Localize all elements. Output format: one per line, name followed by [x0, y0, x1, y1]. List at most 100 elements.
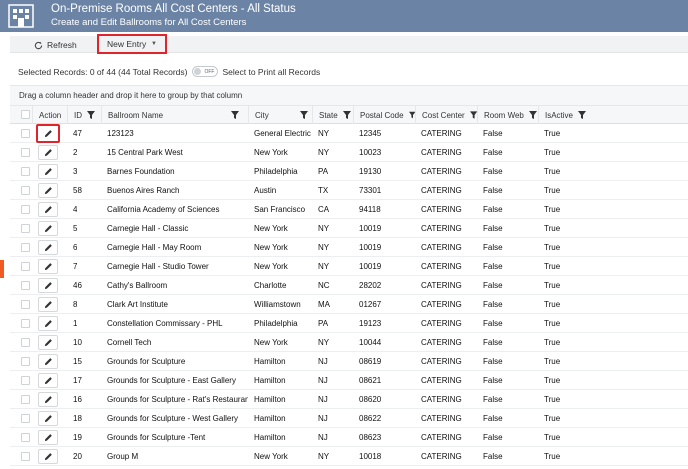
column-header-ballroom-name[interactable]: Ballroom Name: [101, 106, 248, 124]
toggle-label: Select to Print all Records: [222, 66, 321, 77]
table-row[interactable]: 8 Clark Art Institute Williamstown MA 01267 C…: [10, 295, 688, 314]
column-header-room-web[interactable]: Room Web: [477, 106, 538, 124]
table-row[interactable]: 20 Group M New York NY 10018 CATERING False Tru…: [10, 447, 688, 466]
edit-button[interactable]: [38, 411, 58, 426]
table-row[interactable]: 4 California Academy of Sciences San Franc…: [10, 200, 688, 219]
cell-city: Hamilton: [254, 414, 286, 423]
edit-button[interactable]: [38, 354, 58, 369]
row-checkbox[interactable]: [21, 243, 30, 252]
pencil-icon: [44, 358, 52, 366]
row-checkbox[interactable]: [21, 205, 30, 214]
row-checkbox[interactable]: [21, 338, 30, 347]
row-checkbox[interactable]: [21, 129, 30, 138]
column-header-city[interactable]: City: [248, 106, 312, 124]
column-header-label: IsActive: [545, 110, 574, 120]
table-row[interactable]: 17 Grounds for Sculpture - East Gallery Ha…: [10, 371, 688, 390]
row-checkbox[interactable]: [21, 319, 30, 328]
edit-button[interactable]: [38, 145, 58, 160]
column-header-action[interactable]: Action: [32, 106, 67, 124]
cell-room-web: False: [483, 281, 503, 290]
edit-button[interactable]: [38, 316, 58, 331]
select-all-checkbox[interactable]: [21, 110, 30, 119]
cell-isactive: True: [544, 338, 561, 347]
row-checkbox[interactable]: [21, 376, 30, 385]
filter-icon[interactable]: [528, 111, 537, 119]
cell-cost-center: CATERING: [421, 395, 462, 404]
table-row[interactable]: 58 Buenos Aires Ranch Austin TX 73301 CATERIN…: [10, 181, 688, 200]
row-checkbox[interactable]: [21, 300, 30, 309]
table-row[interactable]: 7 Carnegie Hall - Studio Tower New York NY 1…: [10, 257, 688, 276]
edit-button[interactable]: [38, 183, 58, 198]
table-row[interactable]: 1 Constellation Commissary - PHL Philadelp…: [10, 314, 688, 333]
row-checkbox[interactable]: [21, 224, 30, 233]
table-row[interactable]: 46 Cathy's Ballroom Charlotte NC 28202 CATERI…: [10, 276, 688, 295]
column-header-isactive[interactable]: IsActive: [538, 106, 688, 124]
column-header-state[interactable]: State: [312, 106, 353, 124]
cell-city: San Francisco: [254, 205, 306, 214]
cell-room-web: False: [483, 395, 503, 404]
column-header-postal-code[interactable]: Postal Code: [353, 106, 415, 124]
edit-button[interactable]: [38, 449, 58, 464]
filter-icon[interactable]: [87, 111, 95, 119]
cell-isactive: True: [544, 281, 561, 290]
row-checkbox[interactable]: [21, 395, 30, 404]
edit-button[interactable]: [38, 202, 58, 217]
table-row[interactable]: 19 Grounds for Sculpture -Tent Hamilton NJ 0…: [10, 428, 688, 447]
cell-room-web: False: [483, 338, 503, 347]
row-checkbox[interactable]: [21, 281, 30, 290]
cell-ballroom-name: Carnegie Hall - May Room: [107, 243, 202, 252]
cell-state: NJ: [318, 395, 328, 404]
edit-button[interactable]: [36, 124, 60, 143]
filter-icon[interactable]: [342, 111, 351, 119]
filter-icon[interactable]: [578, 111, 587, 119]
pencil-icon: [44, 263, 52, 271]
row-checkbox[interactable]: [21, 433, 30, 442]
row-checkbox[interactable]: [21, 148, 30, 157]
row-checkbox[interactable]: [21, 186, 30, 195]
row-checkbox[interactable]: [21, 357, 30, 366]
edit-button[interactable]: [38, 278, 58, 293]
table-row[interactable]: 15 Grounds for Sculpture Hamilton NJ 08619 CA…: [10, 352, 688, 371]
table-row[interactable]: 16 Grounds for Sculpture - Rat's Restaura…: [10, 390, 688, 409]
table-row[interactable]: 47 123123 General Electric NY 12345 CATERING F…: [10, 124, 688, 143]
cell-cost-center: CATERING: [421, 243, 462, 252]
edit-button[interactable]: [38, 240, 58, 255]
building-icon: [8, 4, 34, 28]
cell-state: NY: [318, 452, 330, 461]
filter-icon[interactable]: [469, 111, 477, 119]
cell-postal-code: 10019: [359, 243, 382, 252]
cell-id: 3: [73, 167, 78, 176]
side-tab[interactable]: [0, 260, 4, 278]
table-row[interactable]: 6 Carnegie Hall - May Room New York NY 10019…: [10, 238, 688, 257]
row-checkbox[interactable]: [21, 262, 30, 271]
row-checkbox[interactable]: [21, 167, 30, 176]
edit-button[interactable]: [38, 430, 58, 445]
filter-icon[interactable]: [231, 111, 240, 119]
cell-state: NC: [318, 281, 330, 290]
edit-button[interactable]: [38, 221, 58, 236]
edit-button[interactable]: [38, 297, 58, 312]
row-checkbox[interactable]: [21, 452, 30, 461]
table-row[interactable]: 18 Grounds for Sculpture - West Gallery Ha…: [10, 409, 688, 428]
print-all-toggle[interactable]: OFF: [192, 66, 219, 77]
table-row[interactable]: 3 Barnes Foundation Philadelphia PA 19130 CAT…: [10, 162, 688, 181]
cell-postal-code: 08622: [359, 414, 382, 423]
filter-icon[interactable]: [299, 111, 308, 119]
column-header-id[interactable]: ID: [67, 106, 101, 124]
edit-button[interactable]: [38, 392, 58, 407]
table-row[interactable]: 2 15 Central Park West New York NY 10023 CATE…: [10, 143, 688, 162]
column-header-label: Postal Code: [360, 110, 404, 120]
edit-button[interactable]: [38, 259, 58, 274]
edit-button[interactable]: [38, 373, 58, 388]
caret-down-icon[interactable]: ▼: [151, 41, 157, 47]
edit-button[interactable]: [38, 335, 58, 350]
group-by-panel[interactable]: Drag a column header and drop it here to…: [10, 85, 688, 106]
column-header-cost-center[interactable]: Cost Center: [415, 106, 477, 124]
edit-button[interactable]: [38, 164, 58, 179]
cell-state: NY: [318, 338, 330, 347]
refresh-button[interactable]: Refresh: [34, 38, 77, 52]
table-row[interactable]: 10 Cornell Tech New York NY 10044 CATERING Fal…: [10, 333, 688, 352]
row-checkbox[interactable]: [21, 414, 30, 423]
table-row[interactable]: 5 Carnegie Hall - Classic New York NY 10019 C…: [10, 219, 688, 238]
new-entry-button[interactable]: New Entry ▼: [97, 34, 167, 54]
